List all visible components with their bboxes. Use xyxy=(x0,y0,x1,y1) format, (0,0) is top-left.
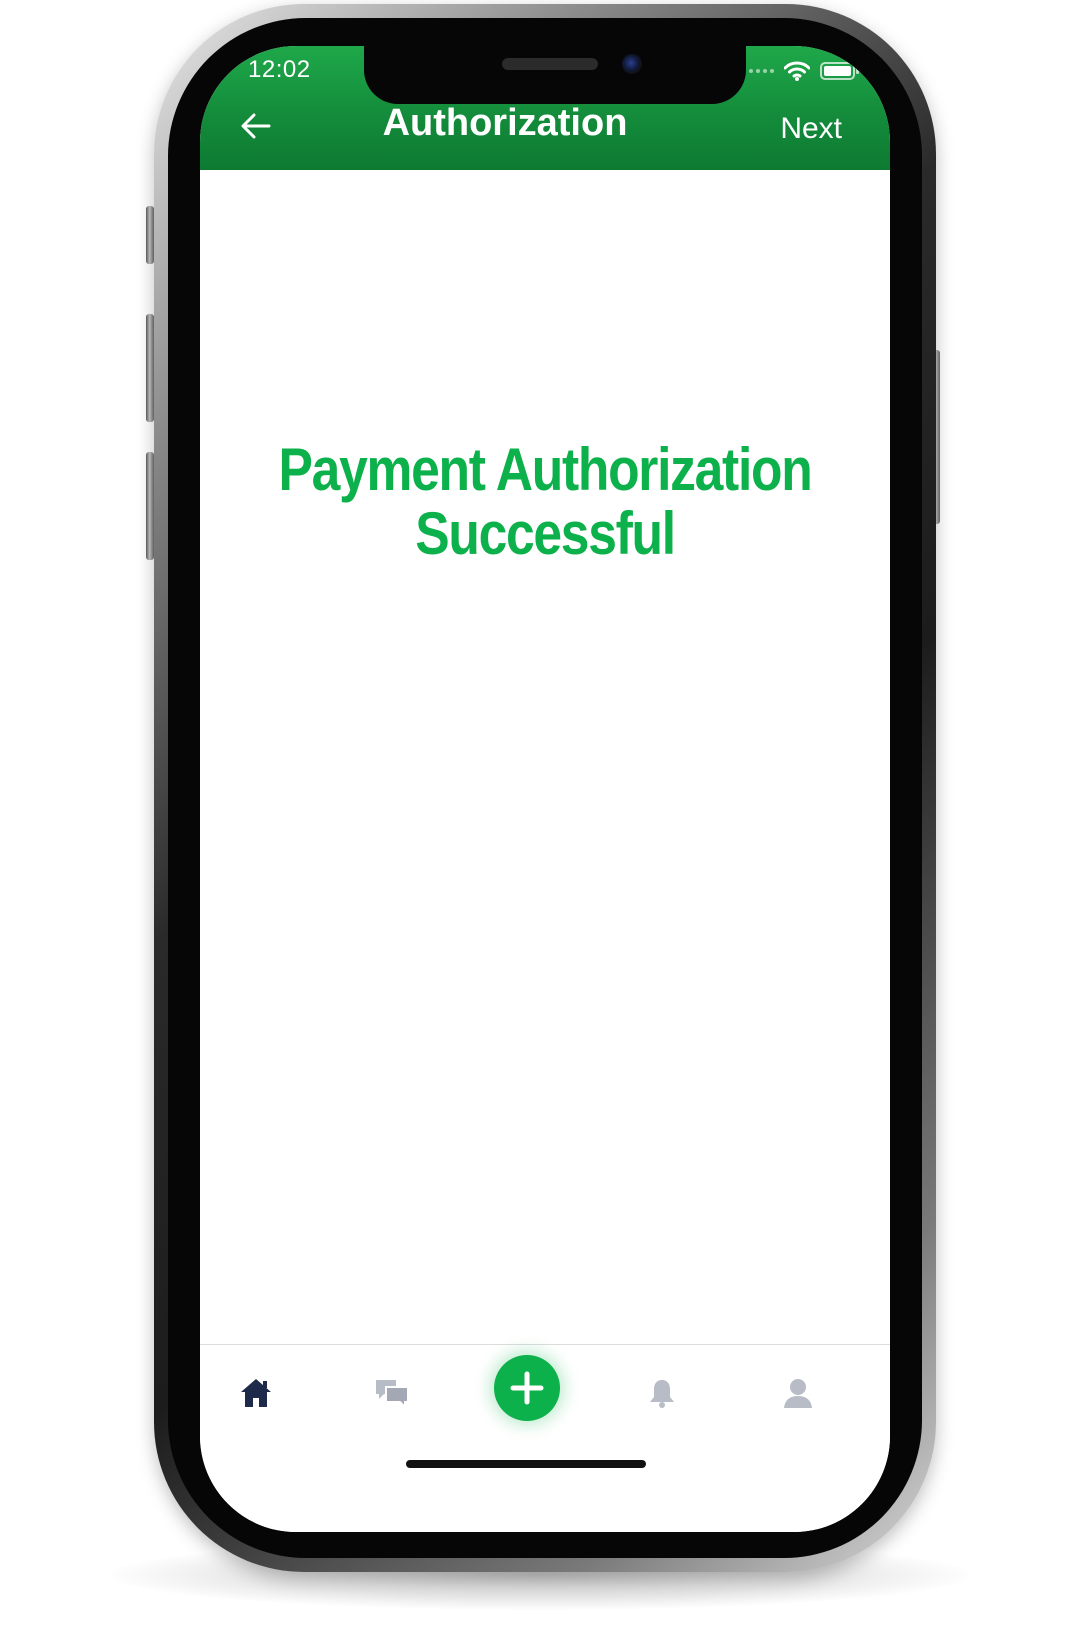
status-time: 12:02 xyxy=(248,56,311,83)
success-message: Payment Authorization Successful xyxy=(257,438,833,566)
profile-icon xyxy=(784,1379,812,1408)
tab-messages[interactable] xyxy=(372,1373,412,1413)
device-mockup: 12:02 Authorization Next Payment Authori… xyxy=(0,0,1076,1628)
battery-icon xyxy=(820,62,859,80)
mute-switch xyxy=(146,206,154,264)
tab-home[interactable] xyxy=(236,1373,276,1413)
bottom-tab-bar xyxy=(200,1344,890,1532)
bell-icon xyxy=(650,1380,674,1408)
cellular-signal-icon xyxy=(749,69,774,73)
wifi-icon xyxy=(784,61,810,81)
tab-profile[interactable] xyxy=(778,1373,818,1413)
volume-up-button xyxy=(146,314,154,422)
chat-icon xyxy=(376,1380,409,1409)
front-camera xyxy=(622,54,642,74)
home-icon xyxy=(241,1379,271,1407)
volume-down-button xyxy=(146,452,154,560)
content-area: Payment Authorization Successful xyxy=(200,170,890,1346)
device-notch xyxy=(364,46,746,104)
plus-icon xyxy=(510,1371,544,1405)
add-button[interactable] xyxy=(494,1355,560,1421)
earpiece-speaker xyxy=(502,58,598,70)
page-title: Authorization xyxy=(382,102,628,144)
app-screen: 12:02 Authorization Next Payment Authori… xyxy=(200,46,890,1532)
tab-notifications[interactable] xyxy=(642,1373,682,1413)
success-message-line1: Payment Authorization xyxy=(278,436,813,503)
home-indicator xyxy=(406,1460,646,1468)
phone-frame: 12:02 Authorization Next Payment Authori… xyxy=(154,4,936,1572)
status-icons xyxy=(749,56,860,86)
next-button[interactable]: Next xyxy=(780,112,842,146)
navigation-header: 12:02 Authorization Next xyxy=(200,46,890,170)
success-message-line2: Successful xyxy=(415,500,676,567)
